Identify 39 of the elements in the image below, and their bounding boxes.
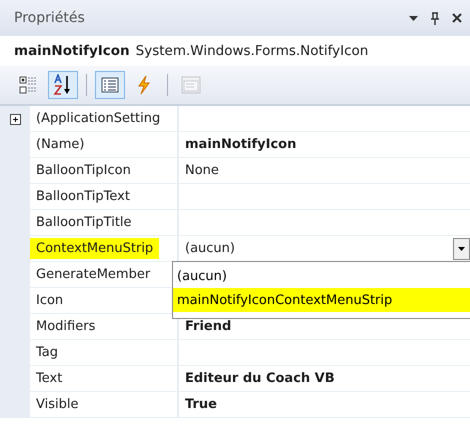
expand-icon[interactable]	[10, 114, 20, 124]
toolbar-button[interactable]	[48, 71, 78, 99]
toolbar-button[interactable]	[95, 71, 125, 99]
property-list-icon	[101, 77, 119, 93]
property-value: mainNotifyIcon	[185, 137, 296, 152]
value-cell[interactable]: Editeur du Coach VB	[179, 366, 470, 392]
pin-icon[interactable]	[430, 12, 440, 24]
value-cell[interactable]: True	[179, 392, 470, 418]
property-name: BalloonTipText	[36, 189, 130, 204]
property-name: Icon	[36, 293, 64, 308]
property-value: None	[185, 163, 219, 178]
caret-icon	[458, 246, 465, 250]
close-icon[interactable]	[452, 13, 462, 23]
value-cell[interactable]	[179, 106, 470, 132]
property-name: ContextMenuStrip	[30, 238, 160, 259]
property-value: Friend	[185, 319, 232, 334]
panel-title: Propriétés	[14, 10, 86, 26]
dropdown-button[interactable]	[453, 238, 470, 260]
property-name: (ApplicationSetting	[36, 111, 160, 126]
categorized-icon	[19, 75, 39, 95]
property-name: Tag	[36, 345, 58, 360]
property-value: (aucun)	[185, 241, 235, 256]
property-name: BalloonTipIcon	[36, 163, 131, 178]
value-cell[interactable]: (aucun)	[179, 236, 470, 262]
property-name: BalloonTipTitle	[36, 215, 132, 230]
property-name: Text	[36, 371, 62, 386]
property-name: (Name)	[36, 137, 84, 152]
lightning-icon	[137, 75, 151, 95]
dropdown-arrow-icon[interactable]	[409, 16, 418, 20]
property-name: GenerateMember	[36, 267, 150, 282]
value-cell[interactable]: mainNotifyIcon	[179, 132, 470, 158]
property-pages-icon	[181, 76, 201, 94]
value-cell[interactable]: None	[179, 158, 470, 184]
property-value: Editeur du Coach VB	[185, 371, 335, 386]
sort-az-icon	[53, 74, 73, 96]
dropdown-option[interactable]: mainNotifyIconContextMenuStrip	[173, 288, 470, 312]
property-name: Visible	[36, 397, 78, 412]
property-value: True	[185, 397, 217, 412]
property-name: Modifiers	[36, 319, 96, 334]
